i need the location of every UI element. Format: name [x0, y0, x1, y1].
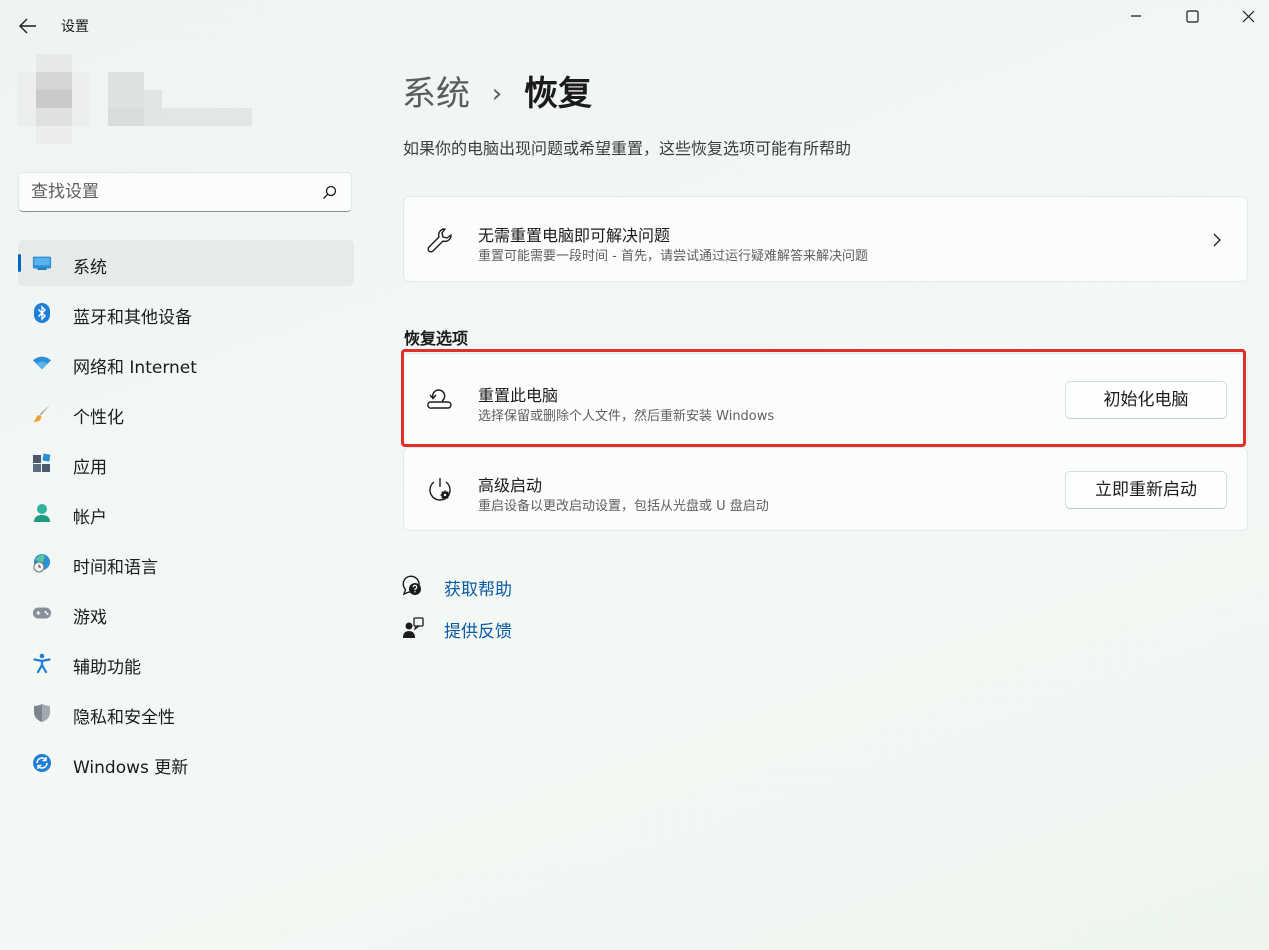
get-help-link[interactable]: 获取帮助: [444, 575, 512, 600]
help-chat-icon: [402, 575, 421, 596]
sidebar-item-label: 时间和语言: [73, 558, 158, 578]
sidebar-item-label: Windows 更新: [73, 758, 189, 778]
close-icon: [1242, 10, 1254, 22]
breadcrumb-parent[interactable]: 系统: [402, 74, 470, 114]
accessibility-icon: [32, 653, 52, 673]
sidebar-item-gaming[interactable]: 游戏: [18, 590, 354, 636]
feedback-link[interactable]: 提供反馈: [444, 617, 512, 642]
title-bar: 设置: [0, 0, 1269, 50]
page-description: 如果你的电脑出现问题或希望重置，这些恢复选项可能有所帮助: [403, 139, 852, 158]
account-icon: [32, 503, 52, 523]
reset-pc-card: 重置此电脑 选择保留或删除个人文件，然后重新安装 Windows 初始化电脑: [403, 353, 1248, 445]
recovery-options-heading: 恢复选项: [404, 329, 469, 348]
back-arrow-icon: [19, 18, 36, 34]
sidebar-nav: 系统 蓝牙和其他设备 网络和 Internet 个性化 应用 帐户 时间和语言 …: [18, 240, 354, 790]
reset-pc-icon: [427, 389, 452, 409]
wifi-icon: [32, 353, 52, 373]
maximize-button[interactable]: [1164, 0, 1220, 32]
advanced-startup-card: 高级启动 重启设备以更改启动设置，包括从光盘或 U 盘启动 立即重新启动: [403, 447, 1248, 531]
search-box[interactable]: [18, 172, 352, 212]
sidebar-item-system[interactable]: 系统: [18, 240, 354, 286]
avatar: [18, 54, 90, 144]
advanced-startup-icon: [429, 478, 451, 501]
get-help-link-row[interactable]: 获取帮助: [402, 573, 512, 600]
sidebar-item-time-language[interactable]: 时间和语言: [18, 540, 354, 586]
reset-pc-button[interactable]: 初始化电脑: [1065, 381, 1227, 419]
sidebar-item-label: 辅助功能: [73, 658, 141, 678]
minimize-button[interactable]: [1108, 0, 1164, 32]
user-name-blurred: [108, 72, 252, 126]
page-title: 恢复: [524, 74, 592, 114]
troubleshoot-card[interactable]: 无需重置电脑即可解决问题 重置可能需要一段时间 - 首先，请尝试通过运行疑难解答…: [403, 196, 1248, 282]
sidebar-item-label: 游戏: [73, 608, 107, 628]
bluetooth-icon: [32, 303, 52, 323]
sidebar-item-privacy[interactable]: 隐私和安全性: [18, 690, 354, 736]
sidebar-item-label: 隐私和安全性: [73, 708, 175, 728]
sidebar-item-accounts[interactable]: 帐户: [18, 490, 354, 536]
brush-icon: [32, 403, 52, 423]
feedback-link-row[interactable]: 提供反馈: [402, 615, 512, 642]
app-title: 设置: [61, 19, 89, 35]
sidebar-item-label: 系统: [73, 258, 107, 278]
advanced-startup-subtitle: 重启设备以更改启动设置，包括从光盘或 U 盘启动: [478, 499, 769, 514]
reset-pc-title: 重置此电脑: [478, 386, 559, 405]
sidebar-item-apps[interactable]: 应用: [18, 440, 354, 486]
chevron-right-icon: [1213, 233, 1221, 247]
minimize-icon: [1131, 15, 1141, 17]
sidebar-item-label: 网络和 Internet: [73, 358, 197, 378]
wrench-icon: [427, 228, 452, 253]
globe-clock-icon: [32, 553, 52, 573]
sidebar-item-label: 帐户: [73, 508, 107, 528]
sidebar-item-network[interactable]: 网络和 Internet: [18, 340, 354, 386]
troubleshoot-title: 无需重置电脑即可解决问题: [478, 226, 671, 245]
reset-pc-subtitle: 选择保留或删除个人文件，然后重新安装 Windows: [478, 409, 775, 424]
active-indicator: [18, 254, 21, 272]
gamepad-icon: [32, 603, 52, 623]
search-icon[interactable]: [321, 184, 339, 202]
breadcrumb: 系统 › 恢复: [402, 66, 592, 114]
breadcrumb-separator: ›: [491, 79, 503, 109]
apps-icon: [32, 453, 52, 473]
close-button[interactable]: [1220, 0, 1269, 32]
sidebar-item-bluetooth[interactable]: 蓝牙和其他设备: [18, 290, 354, 336]
shield-icon: [32, 703, 52, 723]
back-button[interactable]: [14, 12, 42, 40]
sidebar-item-personalization[interactable]: 个性化: [18, 390, 354, 436]
maximize-icon: [1185, 9, 1199, 23]
sidebar-item-label: 应用: [73, 458, 107, 478]
feedback-icon: [403, 617, 424, 638]
search-input[interactable]: [31, 179, 311, 205]
monitor-icon: [32, 253, 52, 273]
sidebar-item-windows-update[interactable]: Windows 更新: [18, 740, 354, 786]
sidebar-item-label: 蓝牙和其他设备: [73, 308, 192, 328]
troubleshoot-subtitle: 重置可能需要一段时间 - 首先，请尝试通过运行疑难解答来解决问题: [478, 249, 868, 264]
sidebar-item-accessibility[interactable]: 辅助功能: [18, 640, 354, 686]
sidebar-item-label: 个性化: [73, 408, 124, 428]
restart-now-button[interactable]: 立即重新启动: [1065, 471, 1227, 509]
advanced-startup-title: 高级启动: [478, 476, 543, 495]
update-icon: [32, 753, 52, 773]
